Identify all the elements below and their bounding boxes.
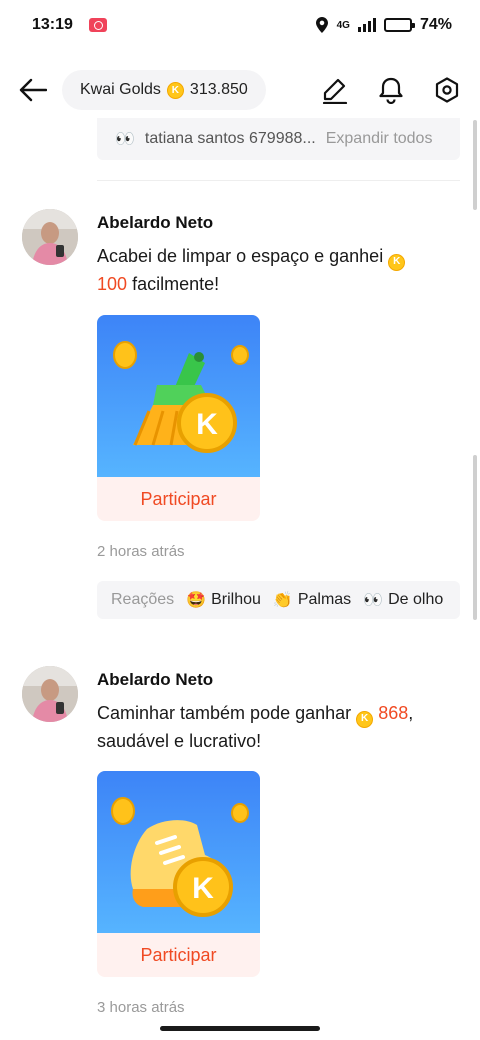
home-indicator[interactable] (160, 1026, 320, 1031)
expand-all-link[interactable]: Expandir todos (326, 130, 433, 148)
participate-button[interactable]: Participar (97, 933, 260, 977)
kwai-golds-label: Kwai Golds (80, 81, 161, 98)
reaction-palmas[interactable]: 👏 Palmas (273, 590, 351, 610)
network-type: 4G (336, 19, 350, 31)
post-amount: 868 (378, 703, 409, 723)
post-time: 2 horas atrás (97, 543, 185, 560)
svg-text:K: K (192, 872, 214, 905)
status-bar: 13:19 4G 74% (0, 0, 480, 50)
back-arrow-icon[interactable] (18, 75, 48, 105)
screen-record-icon (88, 18, 107, 32)
bell-icon[interactable] (376, 75, 406, 105)
reaction-label: De olho (388, 591, 444, 608)
post-time: 3 horas atrás (97, 999, 185, 1016)
kwai-golds-pill[interactable]: Kwai Golds K 313.850 (62, 70, 266, 110)
reactions-bar: Reações 🤩 Brilhou 👏 Palmas 👀 De olho (97, 581, 460, 619)
battery-icon (383, 18, 415, 32)
reaction-label: Brilhou (211, 591, 261, 608)
post-amount: 100 (97, 273, 128, 294)
top-actions (320, 75, 462, 105)
settings-icon[interactable] (432, 75, 462, 105)
coin-icon: K (388, 253, 406, 271)
post-text: Acabei de limpar o espaço e ganhei K 100… (97, 243, 457, 297)
edit-icon[interactable] (320, 75, 350, 105)
promo-card[interactable]: K Participar (97, 315, 260, 521)
kwai-golds-amount: 313.850 (189, 81, 248, 98)
reactions-label: Reações (111, 591, 175, 608)
broom-coin-image: K (97, 315, 260, 477)
svg-text:K: K (196, 408, 218, 441)
post-text-end: facilmente! (132, 273, 220, 294)
battery-percent: 74% (419, 16, 452, 33)
participate-button[interactable]: Participar (97, 477, 260, 521)
eyes-emoji: 👀 (115, 131, 135, 148)
scrollbar-thumb[interactable] (473, 455, 477, 620)
sneaker-coin-image: K (97, 771, 260, 933)
eyes-emoji: 👀 (363, 592, 384, 609)
star-struck-emoji: 🤩 (186, 592, 207, 609)
coin-icon: K (356, 710, 374, 728)
comment-text: tatiana santos 679988... (144, 130, 316, 147)
top-bar: Kwai Golds K 313.850 (0, 62, 480, 118)
reaction-brilhou[interactable]: 🤩 Brilhou (186, 590, 261, 610)
previous-comment: 👀 tatiana santos 679988... Expandir todo… (97, 118, 460, 160)
avatar[interactable] (22, 209, 78, 265)
divider (97, 180, 460, 181)
avatar[interactable] (22, 666, 78, 722)
status-right: 4G 74% (315, 16, 452, 34)
location-icon (315, 17, 328, 33)
scrollbar-upper[interactable] (473, 120, 477, 210)
status-time: 13:19 (32, 16, 73, 33)
promo-card[interactable]: K Participar (97, 771, 260, 977)
signal-icon (357, 18, 376, 32)
post-author[interactable]: Abelardo Neto (97, 213, 213, 233)
post-text: Caminhar também pode ganhar K 868, saudá… (97, 700, 457, 754)
reaction-de-olho[interactable]: 👀 De olho (363, 590, 443, 610)
coin-icon: K (166, 81, 184, 99)
post-author[interactable]: Abelardo Neto (97, 670, 213, 690)
post-text-start: Acabei de limpar o espaço e ganhei (97, 246, 384, 266)
reaction-label: Palmas (297, 591, 352, 608)
clap-emoji: 👏 (272, 592, 293, 609)
post-text-start: Caminhar também pode ganhar (97, 703, 352, 723)
